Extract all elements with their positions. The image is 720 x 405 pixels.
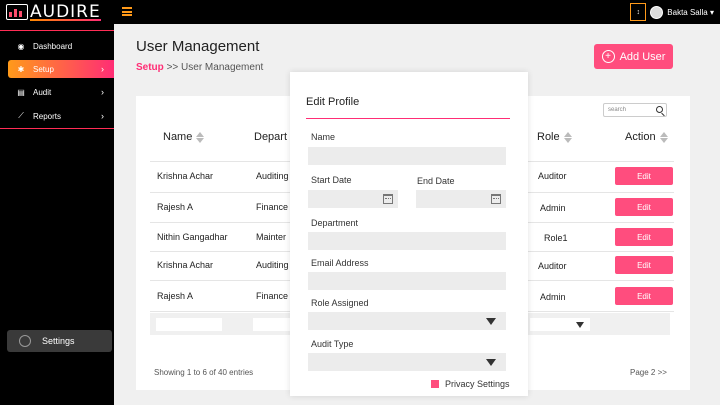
column-header-label: Action — [625, 131, 656, 143]
chevron-right-icon: › — [101, 111, 104, 121]
cell-department: Auditing — [256, 260, 289, 270]
brand-name: AUDIRE — [30, 2, 101, 22]
column-header-name[interactable]: Name — [163, 131, 205, 143]
cell-role: Auditor — [538, 171, 567, 181]
privacy-settings-label: Privacy Settings — [445, 379, 510, 389]
department-label: Department — [311, 218, 359, 228]
brand-logo[interactable]: AUDIRE — [6, 4, 101, 21]
checkbox-icon[interactable] — [431, 380, 439, 388]
search-input[interactable]: search — [603, 103, 667, 117]
cell-role: Role1 — [544, 233, 568, 243]
cell-name: Rajesh A — [157, 291, 194, 301]
avatar[interactable] — [650, 5, 664, 19]
chart-icon: ⟋ — [18, 111, 24, 120]
cell-department: Mainter — [256, 232, 287, 242]
sidebar-item-label: Dashboard — [33, 41, 73, 51]
sidebar-divider-top — [0, 30, 114, 31]
sidebar-divider-bottom — [0, 128, 114, 129]
settings-gear-icon — [19, 335, 31, 347]
language-selector[interactable]: ↕ — [630, 3, 647, 21]
top-bar: AUDIRE ↕ Bakta Salla ▾ — [0, 0, 720, 24]
dashboard-icon: ◉ — [17, 41, 25, 51]
document-icon: ▤ — [17, 87, 25, 97]
settings-button[interactable]: Settings — [7, 330, 112, 352]
cell-role: Auditor — [538, 261, 567, 271]
cell-name: Rajesh A — [157, 202, 194, 212]
name-label: Name — [311, 132, 336, 142]
cell-role: Admin — [540, 203, 566, 213]
logo-chart-icon — [6, 4, 28, 21]
sidebar-item-setup[interactable]: ✱ Setup › — [8, 60, 114, 78]
pagination-next[interactable]: Page 2 >> — [630, 368, 667, 377]
menu-toggle-icon[interactable] — [122, 7, 132, 16]
sidebar-item-label: Setup — [33, 64, 54, 74]
breadcrumb-setup[interactable]: Setup — [136, 62, 164, 73]
sort-icon[interactable] — [659, 131, 668, 143]
role-assigned-label: Role Assigned — [311, 298, 369, 308]
breadcrumb-current: User Management — [181, 62, 264, 73]
end-date-label: End Date — [417, 176, 455, 186]
email-field[interactable] — [308, 272, 506, 290]
edit-button[interactable]: Edit — [615, 228, 673, 246]
cell-name: Krishna Achar — [157, 260, 214, 270]
sidebar-item-label: Audit — [33, 87, 52, 97]
calendar-icon[interactable] — [383, 194, 393, 204]
privacy-settings-checkbox[interactable]: Privacy Settings — [431, 379, 510, 389]
column-header-label: Name — [163, 131, 193, 143]
sort-icon[interactable] — [196, 131, 205, 143]
sidebar-item-audit[interactable]: ▤ Audit › — [8, 83, 114, 101]
add-user-button[interactable]: + Add User — [594, 44, 673, 69]
column-header-label: Depart — [254, 131, 288, 143]
search-placeholder: search — [608, 107, 627, 113]
edit-button[interactable]: Edit — [615, 198, 673, 216]
cell-role: Admin — [540, 292, 566, 302]
settings-label: Settings — [42, 336, 75, 346]
column-header-role[interactable]: Role — [537, 131, 572, 143]
audit-type-select[interactable] — [308, 353, 506, 371]
end-date-field[interactable] — [416, 190, 506, 208]
edit-button[interactable]: Edit — [615, 287, 673, 305]
filter-name-input[interactable] — [156, 318, 222, 331]
breadcrumb: Setup >> User Management — [136, 62, 263, 73]
column-header-label: Role — [537, 131, 560, 143]
role-assigned-select[interactable] — [308, 312, 506, 330]
user-menu[interactable]: Bakta Salla ▾ — [667, 8, 714, 17]
sidebar-item-label: Reports — [33, 111, 62, 121]
start-date-label: Start Date — [311, 175, 352, 185]
breadcrumb-separator: >> — [166, 62, 179, 73]
start-date-field[interactable] — [308, 190, 398, 208]
plus-circle-icon: + — [601, 50, 615, 63]
sidebar-item-dashboard[interactable]: ◉ Dashboard — [8, 37, 114, 55]
cell-department: Auditing — [256, 171, 289, 181]
column-header-action: Action — [625, 131, 668, 143]
sidebar-item-reports[interactable]: ⟋ Reports › — [8, 107, 114, 125]
audit-type-label: Audit Type — [311, 339, 354, 349]
modal-title: Edit Profile — [306, 96, 360, 108]
language-selector-icon: ↕ — [636, 8, 641, 16]
cell-department: Finance — [256, 202, 289, 212]
cell-name: Nithin Gangadhar — [157, 232, 228, 242]
filter-role-select[interactable] — [530, 318, 590, 331]
edit-button[interactable]: Edit — [615, 256, 673, 274]
cell-department: Finance — [256, 291, 289, 301]
department-field[interactable] — [308, 232, 506, 250]
showing-entries: Showing 1 to 6 of 40 entries — [154, 368, 254, 377]
filter-department-input[interactable] — [253, 318, 293, 331]
add-user-label: Add User — [619, 50, 666, 63]
gear-icon: ✱ — [17, 64, 25, 74]
search-icon[interactable] — [656, 106, 663, 113]
name-field[interactable] — [308, 147, 506, 165]
cell-name: Krishna Achar — [157, 171, 214, 181]
user-name: Bakta Salla — [667, 7, 708, 17]
page-title: User Management — [136, 38, 260, 55]
column-header-department[interactable]: Depart — [254, 131, 287, 143]
edit-button[interactable]: Edit — [615, 167, 673, 185]
chevron-right-icon: › — [101, 64, 104, 74]
calendar-icon[interactable] — [491, 194, 501, 204]
sort-icon[interactable] — [563, 131, 572, 143]
email-label: Email Address — [311, 258, 369, 268]
chevron-right-icon: › — [101, 87, 104, 97]
modal-title-underline — [306, 118, 510, 119]
